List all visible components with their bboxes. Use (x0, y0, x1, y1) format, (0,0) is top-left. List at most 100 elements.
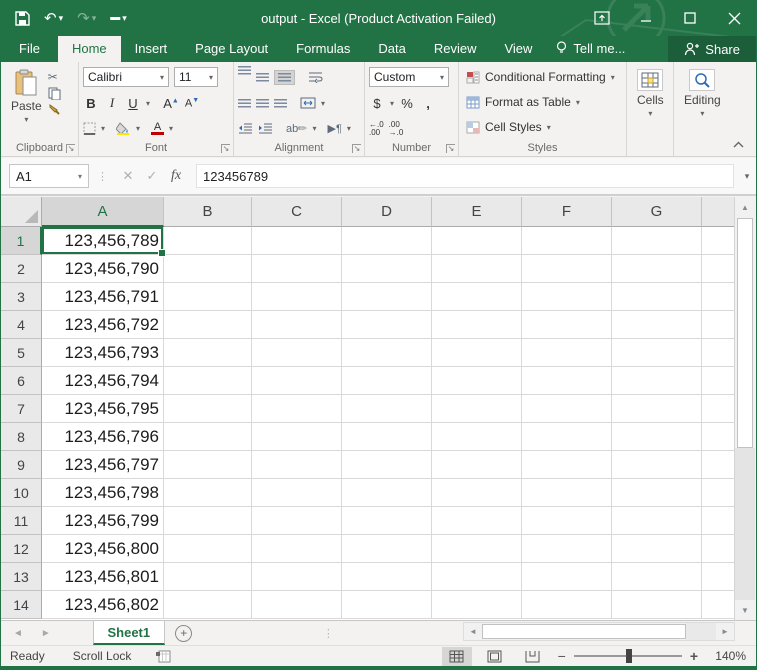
tab-review[interactable]: Review (420, 36, 491, 62)
cell-f4[interactable] (522, 311, 612, 339)
align-top-icon[interactable] (238, 66, 251, 75)
cell-c5[interactable] (252, 339, 342, 367)
cell-a6[interactable]: 123,456,794 (42, 367, 164, 395)
borders-dropdown-icon[interactable]: ▾ (101, 124, 105, 133)
collapse-ribbon-icon[interactable] (733, 141, 744, 148)
maximize-icon[interactable] (668, 0, 712, 36)
minimize-icon[interactable] (624, 0, 668, 36)
cell-e3[interactable] (432, 283, 522, 311)
cell-c10[interactable] (252, 479, 342, 507)
cell-a11[interactable]: 123,456,799 (42, 507, 164, 535)
cell-g6[interactable] (612, 367, 702, 395)
cell-b4[interactable] (164, 311, 252, 339)
accounting-format-button[interactable]: $ (369, 96, 385, 111)
cell-c6[interactable] (252, 367, 342, 395)
tab-scroll-splitter[interactable]: ⋮ (323, 621, 334, 645)
cell-a9[interactable]: 123,456,797 (42, 451, 164, 479)
cell-h4[interactable] (702, 311, 736, 339)
cell-g8[interactable] (612, 423, 702, 451)
cell-f1[interactable] (522, 227, 612, 255)
tab-home[interactable]: Home (57, 36, 121, 62)
tab-file[interactable]: File (1, 36, 58, 62)
cell-f14[interactable] (522, 591, 612, 619)
align-left-icon[interactable] (238, 98, 251, 108)
horizontal-scroll-thumb[interactable] (482, 624, 686, 639)
cell-h12[interactable] (702, 535, 736, 563)
cell-f13[interactable] (522, 563, 612, 591)
orientation-button[interactable]: ab✎ (286, 122, 311, 137)
select-all-button[interactable] (1, 197, 42, 227)
orientation-dropdown-icon[interactable]: ▾ (312, 124, 316, 133)
undo-dropdown-icon[interactable]: ▾ (59, 13, 64, 23)
tab-page-layout[interactable]: Page Layout (181, 36, 282, 62)
number-dialog-launcher-icon[interactable]: ↘ (446, 144, 455, 153)
cell-d8[interactable] (342, 423, 432, 451)
cell-f10[interactable] (522, 479, 612, 507)
cell-a4[interactable]: 123,456,792 (42, 311, 164, 339)
align-right-icon[interactable] (274, 98, 287, 108)
name-box[interactable]: A1 ▾ (9, 164, 89, 188)
cell-a1[interactable]: 123,456,789 (42, 227, 166, 257)
redo-dropdown-icon[interactable]: ▾ (92, 13, 97, 23)
cell-h13[interactable] (702, 563, 736, 591)
cell-a13[interactable]: 123,456,801 (42, 563, 164, 591)
cell-e11[interactable] (432, 507, 522, 535)
cell-d6[interactable] (342, 367, 432, 395)
underline-button[interactable]: U (125, 96, 141, 111)
cell-g13[interactable] (612, 563, 702, 591)
scroll-left-icon[interactable]: ◄ (464, 623, 482, 640)
cell-d3[interactable] (342, 283, 432, 311)
row-header-9[interactable]: 9 (1, 451, 42, 479)
align-center-icon[interactable] (256, 98, 269, 108)
decrease-decimal-button[interactable]: .00 →.0 (389, 120, 404, 137)
tab-formulas[interactable]: Formulas (282, 36, 364, 62)
column-header-f[interactable]: F (522, 197, 612, 227)
wrap-text-icon[interactable] (308, 71, 323, 84)
row-header-6[interactable]: 6 (1, 367, 42, 395)
tab-view[interactable]: View (490, 36, 546, 62)
save-icon[interactable] (15, 10, 30, 26)
cell-e1[interactable] (432, 227, 522, 255)
cell-h2[interactable] (702, 255, 736, 283)
formula-bar-splitter[interactable]: ⋮ (97, 170, 108, 183)
cells-dropdown-icon[interactable]: ▾ (648, 109, 652, 118)
number-format-select[interactable]: Custom ▾ (369, 67, 449, 88)
format-painter-icon[interactable] (48, 103, 61, 116)
cell-d1[interactable] (342, 227, 432, 255)
clipboard-dialog-launcher-icon[interactable]: ↘ (66, 144, 75, 153)
cell-h5[interactable] (702, 339, 736, 367)
editing-dropdown-icon[interactable]: ▾ (700, 109, 704, 118)
column-header-c[interactable]: C (252, 197, 342, 227)
close-icon[interactable] (712, 0, 756, 36)
cell-h3[interactable] (702, 283, 736, 311)
cell-h10[interactable] (702, 479, 736, 507)
format-as-table-button[interactable]: Format as Table ▾ (466, 91, 622, 113)
percent-style-button[interactable]: % (399, 96, 415, 111)
ribbon-display-options-icon[interactable] (580, 0, 624, 36)
cell-c13[interactable] (252, 563, 342, 591)
row-header-3[interactable]: 3 (1, 283, 42, 311)
text-direction-dropdown-icon[interactable]: ▾ (347, 124, 351, 133)
cell-a5[interactable]: 123,456,793 (42, 339, 164, 367)
row-header-12[interactable]: 12 (1, 535, 42, 563)
customize-qat-icon[interactable]: ▬ ▾ (110, 13, 127, 23)
normal-view-button[interactable] (441, 646, 472, 666)
cell-b7[interactable] (164, 395, 252, 423)
font-color-dropdown-icon[interactable]: ▾ (169, 124, 173, 133)
vertical-scroll-track[interactable] (735, 448, 755, 600)
cell-c12[interactable] (252, 535, 342, 563)
cell-f12[interactable] (522, 535, 612, 563)
cell-g4[interactable] (612, 311, 702, 339)
font-size-select[interactable]: 11 ▾ (174, 67, 218, 88)
cell-g10[interactable] (612, 479, 702, 507)
cell-b1[interactable] (164, 227, 252, 255)
scroll-down-icon[interactable]: ▼ (735, 600, 755, 620)
sheet-nav-left-icon[interactable]: ◄ (13, 628, 23, 639)
cell-b12[interactable] (164, 535, 252, 563)
cell-b11[interactable] (164, 507, 252, 535)
horizontal-scrollbar[interactable]: ◄ ► (463, 622, 735, 641)
cell-f6[interactable] (522, 367, 612, 395)
cell-b9[interactable] (164, 451, 252, 479)
row-header-11[interactable]: 11 (1, 507, 42, 535)
cell-e14[interactable] (432, 591, 522, 619)
